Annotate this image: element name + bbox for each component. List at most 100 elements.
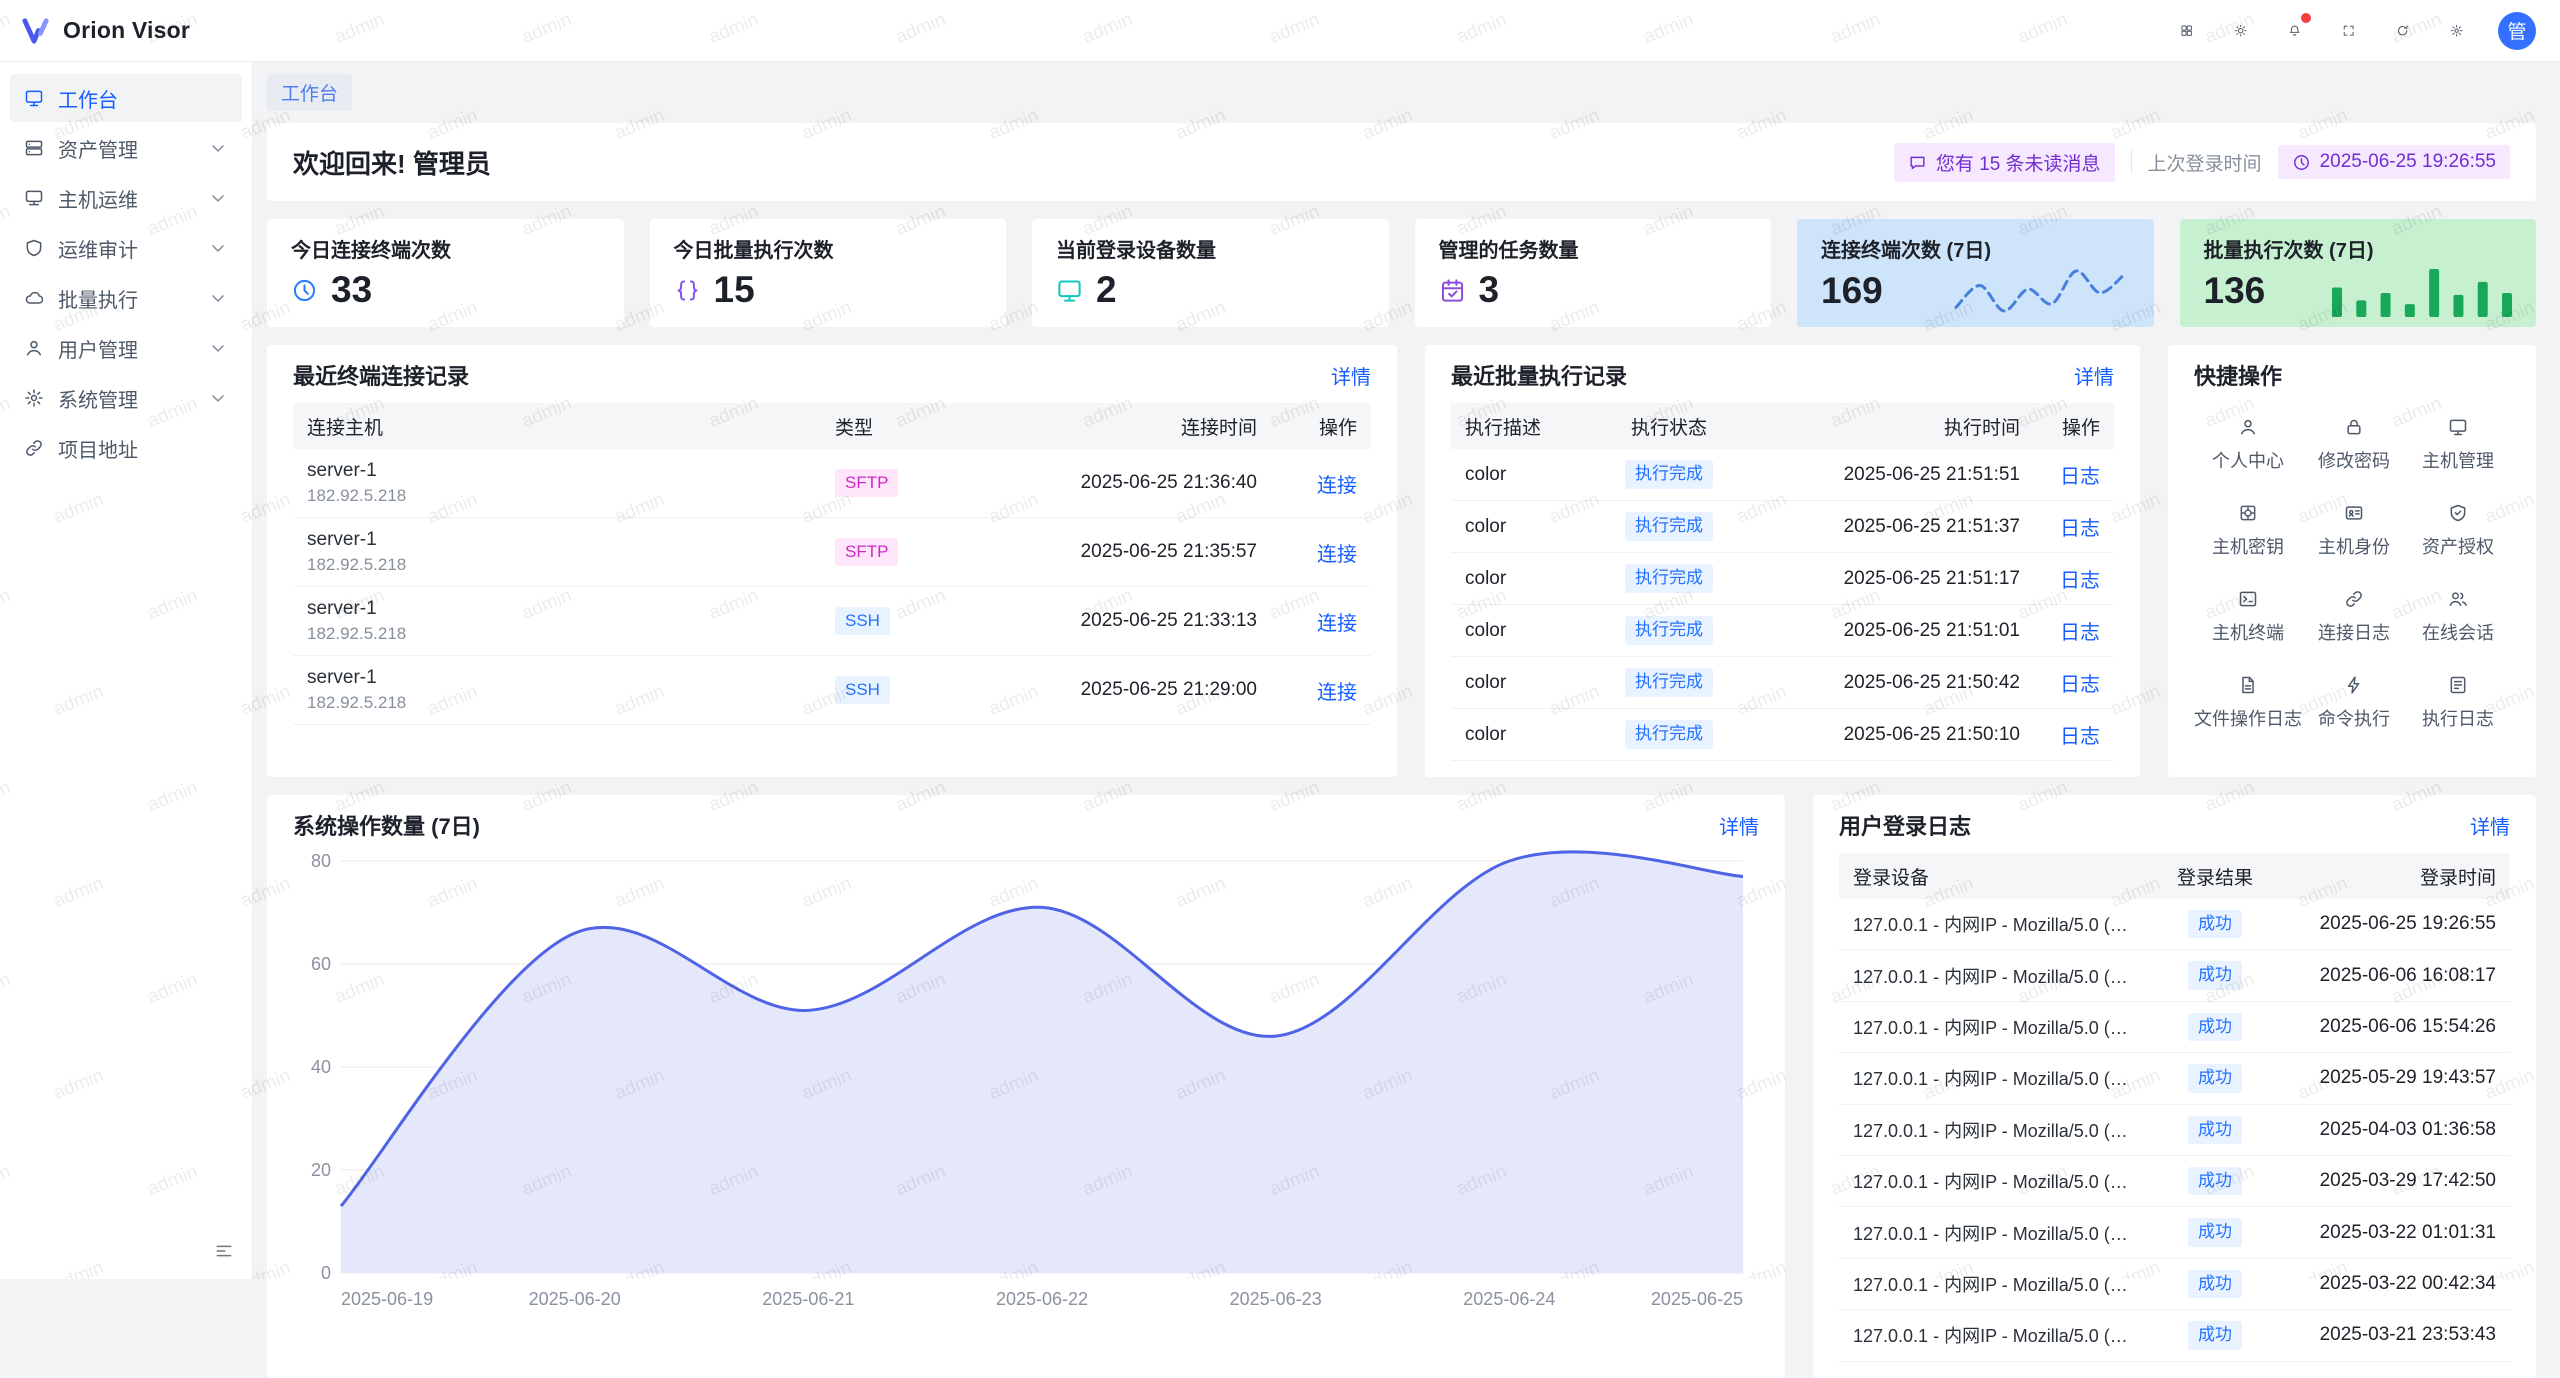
exec-desc: color (1451, 449, 1584, 501)
sidebar-collapse-button[interactable] (208, 1235, 240, 1267)
quick-action[interactable]: 连接日志 (2302, 589, 2406, 645)
header-action-button[interactable] (2272, 8, 2318, 54)
user-avatar[interactable]: 管 (2498, 12, 2536, 50)
login-logs-detail-link[interactable]: 详情 (2470, 811, 2510, 840)
quick-action[interactable]: 资产授权 (2406, 503, 2510, 559)
unread-messages-badge[interactable]: 您有 15 条未读消息 (1894, 143, 2115, 182)
connect-link[interactable]: 连接 (1317, 544, 1357, 566)
users-icon (2448, 589, 2468, 609)
login-device: 127.0.0.1 - 内网IP - Mozilla/5.0 (Windows … (1853, 1065, 2141, 1091)
sidebar-item[interactable]: 运维审计 (10, 224, 242, 272)
quick-action[interactable]: 执行日志 (2406, 675, 2510, 731)
log-link[interactable]: 日志 (2060, 466, 2100, 488)
quick-action[interactable]: 主机终端 (2194, 589, 2302, 645)
host-icon (24, 188, 44, 208)
sidebar-item[interactable]: 用户管理 (10, 324, 242, 372)
batch-row: color 执行完成 2025-06-25 21:50:42 日志 (1451, 657, 2114, 709)
quick-action[interactable]: 主机密钥 (2194, 503, 2302, 559)
sidebar-item[interactable]: 批量执行 (10, 274, 242, 322)
column-header: 登录结果 (2155, 853, 2275, 899)
quick-action-label: 修改密码 (2318, 447, 2390, 473)
exec-sparkline-chart (2332, 265, 2512, 317)
svg-text:80: 80 (311, 851, 331, 871)
last-login-label: 上次登录时间 (2148, 149, 2262, 176)
connect-time: 2025-06-25 21:33:13 (971, 587, 1271, 656)
svg-text:2025-06-20: 2025-06-20 (529, 1289, 621, 1309)
app-title: Orion Visor (63, 17, 190, 44)
batch-detail-link[interactable]: 详情 (2074, 361, 2114, 390)
batch-row: color 执行完成 2025-06-25 21:50:10 日志 (1451, 709, 2114, 761)
stats-row: 今日连接终端次数 33 今日批量执行次数 15 当前登录设备数量 (267, 219, 2536, 327)
quick-action[interactable]: 主机管理 (2406, 417, 2510, 473)
sidebar-item[interactable]: 主机运维 (10, 174, 242, 222)
header-action-button[interactable] (2326, 8, 2372, 54)
log-link[interactable]: 日志 (2060, 674, 2100, 696)
quick-action[interactable]: 修改密码 (2302, 417, 2406, 473)
shieldcheck-icon (2448, 503, 2468, 523)
connect-link[interactable]: 连接 (1317, 613, 1357, 635)
terminal-row: server-1 182.92.5.218 SSH 2025-06-25 21:… (293, 587, 1371, 656)
login-device: 127.0.0.1 - 内网IP - Mozilla/5.0 (Windows … (1853, 1322, 2141, 1348)
protocol-badge: SFTP (835, 538, 898, 566)
stat-value: 136 (2204, 270, 2266, 313)
stat-value: 3 (1479, 269, 1500, 312)
batch-records-card: 最近批量执行记录 详情 执行描述 执行状态 执行时间 操作 color (1425, 345, 2140, 777)
sidebar-item[interactable]: 系统管理 (10, 374, 242, 422)
stat-card: 今日连接终端次数 33 (267, 219, 624, 327)
quick-action[interactable]: 文件操作日志 (2194, 675, 2302, 731)
fullscreen-icon (2342, 24, 2355, 37)
sidebar-item-label: 资产管理 (58, 134, 138, 163)
quick-action-label: 主机终端 (2212, 619, 2284, 645)
login-log-row: 127.0.0.1 - 内网IP - Mozilla/5.0 (Windows … (1839, 1310, 2510, 1361)
loglist-icon (2448, 675, 2468, 695)
column-header: 操作 (2034, 403, 2114, 449)
log-link[interactable]: 日志 (2060, 518, 2100, 540)
login-time: 2025-06-25 19:26:55 (2275, 899, 2510, 950)
svg-text:40: 40 (311, 1057, 331, 1077)
terminal-detail-link[interactable]: 详情 (1331, 361, 1371, 390)
login-time: 2025-06-06 16:08:17 (2275, 950, 2510, 1001)
connect-link[interactable]: 连接 (1317, 682, 1357, 704)
ops-chart-card: 系统操作数量 (7日) 详情 0204060802025-06-192025-0… (267, 795, 1785, 1378)
header-action-button[interactable] (2434, 8, 2480, 54)
column-header: 登录时间 (2275, 853, 2510, 899)
quick-action[interactable]: 在线会话 (2406, 589, 2510, 645)
column-header: 连接主机 (293, 403, 821, 449)
exec-time: 2025-06-25 21:51:01 (1754, 605, 2034, 657)
login-result-badge: 成功 (2188, 961, 2242, 989)
quick-action-label: 文件操作日志 (2194, 705, 2302, 731)
exec-time: 2025-06-25 21:50:42 (1754, 657, 2034, 709)
log-link[interactable]: 日志 (2060, 570, 2100, 592)
login-result-badge: 成功 (2188, 1064, 2242, 1092)
quick-action[interactable]: 个人中心 (2194, 417, 2302, 473)
sidebar-item[interactable]: 项目地址 (10, 424, 242, 472)
header-action-button[interactable] (2218, 8, 2264, 54)
exec-status-badge: 执行完成 (1625, 564, 1713, 592)
connect-link[interactable]: 连接 (1317, 475, 1357, 497)
sidebar: 工作台 资产管理 主机运维 运维审计 批量执行 用户管理 (0, 62, 253, 1279)
ops-chart-detail-link[interactable]: 详情 (1719, 811, 1759, 840)
sidebar-item[interactable]: 资产管理 (10, 124, 242, 172)
header-action-button[interactable] (2380, 8, 2426, 54)
quick-action[interactable]: 主机身份 (2302, 503, 2406, 559)
bell-icon (2288, 24, 2301, 37)
breadcrumb-item[interactable]: 工作台 (267, 74, 352, 111)
connect-time: 2025-06-25 21:29:00 (971, 656, 1271, 725)
ops-area-chart: 0204060802025-06-192025-06-202025-06-212… (293, 847, 1759, 1317)
quick-action[interactable]: 命令执行 (2302, 675, 2406, 731)
login-device: 127.0.0.1 - 内网IP - Mozilla/5.0 (Windows … (1853, 911, 2141, 937)
stat-value: 2 (1096, 269, 1117, 312)
log-link[interactable]: 日志 (2060, 622, 2100, 644)
column-header: 执行时间 (1754, 403, 2034, 449)
header-action-button[interactable] (2164, 8, 2210, 54)
connect-time: 2025-06-25 21:35:57 (971, 518, 1271, 587)
svg-text:2025-06-25: 2025-06-25 (1651, 1289, 1743, 1309)
batch-table: 执行描述 执行状态 执行时间 操作 color 执行完成 2025-06-25 … (1451, 403, 2114, 761)
login-device: 127.0.0.1 - 内网IP - Mozilla/5.0 (Windows … (1853, 1117, 2141, 1143)
quick-action-label: 执行日志 (2422, 705, 2494, 731)
login-time: 2025-05-29 19:43:57 (2275, 1053, 2510, 1104)
quick-action-label: 主机管理 (2422, 447, 2494, 473)
user-icon (24, 338, 44, 358)
sidebar-item[interactable]: 工作台 (10, 74, 242, 122)
log-link[interactable]: 日志 (2060, 726, 2100, 748)
